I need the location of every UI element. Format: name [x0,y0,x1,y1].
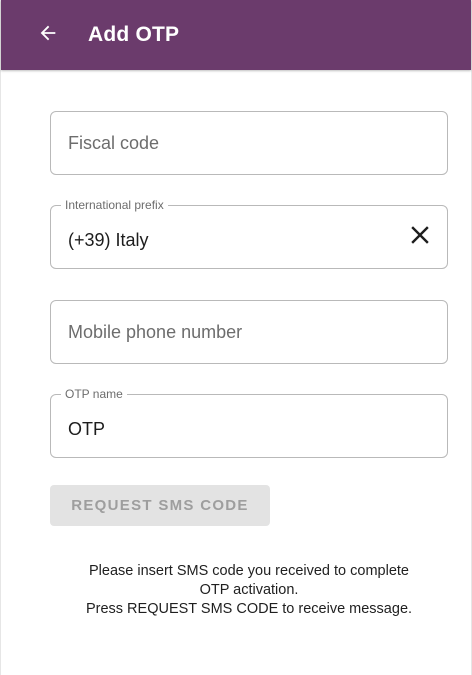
arrow-left-icon [37,22,59,49]
otp-name-label: OTP name [61,387,127,401]
info-line-1: Please insert SMS code you received to c… [89,563,409,579]
fiscal-code-placeholder: Fiscal code [68,132,160,153]
international-prefix-label: International prefix [61,198,168,212]
clear-prefix-button[interactable] [407,224,433,250]
mobile-phone-placeholder: Mobile phone number [68,321,243,342]
back-button[interactable] [30,17,66,53]
mobile-phone-field[interactable]: Mobile phone number [50,300,448,364]
info-line-2: OTP activation. [199,582,299,598]
request-sms-code-button[interactable]: REQUEST SMS CODE [50,485,270,526]
add-otp-screen: Add OTP Fiscal code International prefix… [0,0,472,675]
fiscal-code-field[interactable]: Fiscal code [50,111,448,175]
page-title: Add OTP [88,23,180,46]
otp-name-field[interactable]: OTP name OTP [50,387,448,458]
international-prefix-field[interactable]: International prefix (+39) Italy [50,198,448,269]
otp-name-value: OTP [68,419,106,439]
close-icon [411,225,429,249]
international-prefix-value: (+39) Italy [68,230,149,250]
info-line-3: Press REQUEST SMS CODE to receive messag… [85,601,413,617]
app-bar: Add OTP [1,0,471,70]
